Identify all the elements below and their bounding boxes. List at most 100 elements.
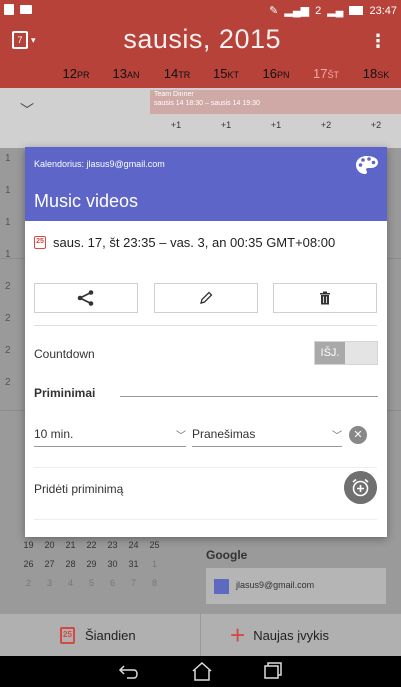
more-events-count[interactable]: +2 — [300, 120, 352, 130]
event-detail-card: Kalendorius: jlasus9@gmail.com Music vid… — [25, 147, 387, 537]
recent-apps-icon[interactable] — [252, 660, 292, 682]
remove-reminder-icon[interactable]: ✕ — [349, 426, 367, 444]
file-notification-icon — [4, 4, 14, 15]
reminder-type-select[interactable]: Pranešimas ﹀ — [192, 427, 342, 447]
mini-cal-day[interactable]: 28 — [60, 559, 81, 578]
day-header-16[interactable]: 16PN — [250, 66, 302, 81]
mini-cal-day[interactable]: 24 — [123, 540, 144, 559]
mini-cal-day[interactable]: 29 — [81, 559, 102, 578]
mini-cal-week: 2 3 4 5 6 7 8 — [18, 578, 198, 597]
app-bar: 7 ▾ sausis, 2015 ⋮ — [0, 22, 401, 60]
hour-label: 1 — [5, 185, 11, 196]
calendar-account-row[interactable]: jlasus9@gmail.com — [206, 568, 386, 604]
mini-cal-day[interactable]: 4 — [60, 578, 81, 597]
new-event-button[interactable]: + Naujas įvykis — [230, 614, 329, 656]
expand-chevron-icon[interactable]: ﹀ — [20, 100, 34, 120]
today-icon: 25 — [60, 626, 75, 644]
chevron-down-icon: ﹀ — [332, 431, 342, 442]
calendar-account-email: jlasus9@gmail.com — [236, 580, 315, 590]
chevron-down-icon: ﹀ — [176, 431, 186, 442]
reminder-time-select[interactable]: 10 min. ﹀ — [34, 427, 186, 447]
more-events-count[interactable]: +1 — [250, 120, 302, 130]
add-reminder-label[interactable]: Pridėti priminimą — [34, 482, 123, 496]
month-title[interactable]: sausis, 2015 — [0, 24, 401, 55]
back-icon[interactable] — [110, 660, 150, 682]
more-events-count[interactable]: +1 — [150, 120, 202, 130]
event-datetime: saus. 17, št 23:35 – vas. 3, an 00:35 GM… — [53, 234, 336, 250]
trash-icon — [320, 291, 330, 305]
day-header-15[interactable]: 15KT — [200, 66, 252, 81]
section-divider — [120, 396, 378, 397]
image-notification-icon — [20, 5, 32, 14]
divider — [34, 467, 377, 468]
more-events-count[interactable]: +2 — [350, 120, 401, 130]
more-events-count[interactable]: +1 — [200, 120, 252, 130]
divider — [34, 519, 377, 520]
mini-cal-day[interactable]: 6 — [102, 578, 123, 597]
mini-cal-day[interactable]: 2 — [18, 578, 39, 597]
signal-icon: ▂▄▆ — [284, 5, 310, 17]
date-icon: 25 — [34, 235, 46, 249]
mute-icon: ✎ — [269, 5, 279, 17]
allday-event-title: Team Dinner — [154, 91, 194, 98]
allday-event-time: sausis 14 18:30 – sausis 14 19:30 — [154, 100, 260, 107]
mini-cal-day[interactable]: 21 — [60, 540, 81, 559]
mini-cal-day[interactable]: 25 — [144, 540, 165, 559]
event-calendar-label: Kalendorius: jlasus9@gmail.com — [34, 159, 165, 169]
home-icon[interactable] — [182, 660, 222, 682]
mini-cal-day[interactable]: 30 — [102, 559, 123, 578]
account-section-label: Google — [206, 548, 248, 562]
sim-indicator: 2 — [315, 4, 322, 17]
divider — [34, 325, 377, 326]
countdown-toggle[interactable]: IŠJ. — [314, 341, 378, 365]
overflow-menu-icon[interactable]: ⋮ — [369, 32, 387, 50]
mini-cal-day[interactable]: 26 — [18, 559, 39, 578]
mini-cal-day[interactable]: 23 — [102, 540, 123, 559]
today-button[interactable]: 25 Šiandien — [60, 614, 136, 656]
hour-label: 1 — [5, 217, 11, 228]
reminder-time-value: 10 min. — [34, 427, 74, 441]
hour-label: 2 — [5, 345, 11, 356]
allday-event[interactable]: Team Dinner sausis 14 18:30 – sausis 14 … — [150, 90, 401, 114]
mini-calendar: 19 20 21 22 23 24 25 26 27 28 29 30 31 1… — [18, 540, 198, 597]
delete-button[interactable] — [273, 283, 377, 313]
mini-cal-day[interactable]: 8 — [144, 578, 165, 597]
clock: 23:47 — [369, 4, 397, 17]
day-header-14[interactable]: 14TR — [151, 66, 203, 81]
event-card-header: Kalendorius: jlasus9@gmail.com Music vid… — [25, 147, 387, 221]
countdown-toggle-state: IŠJ. — [315, 342, 345, 364]
battery-icon — [349, 6, 364, 15]
reminder-type-value: Pranešimas — [192, 427, 256, 441]
mini-cal-week: 26 27 28 29 30 31 1 — [18, 559, 198, 578]
edit-button[interactable] — [154, 283, 258, 313]
mini-cal-day[interactable]: 19 — [18, 540, 39, 559]
mini-cal-day[interactable]: 20 — [39, 540, 60, 559]
reminders-section-label: Priminimai — [34, 386, 96, 400]
day-header-18[interactable]: 18SK — [350, 66, 401, 81]
share-icon — [77, 290, 94, 306]
allday-strip: ﹀ Team Dinner sausis 14 18:30 – sausis 1… — [0, 88, 401, 148]
palette-icon[interactable] — [355, 155, 379, 175]
today-label: Šiandien — [85, 627, 136, 643]
mini-cal-day[interactable]: 3 — [39, 578, 60, 597]
plus-icon: + — [230, 620, 246, 650]
hour-label: 2 — [5, 313, 11, 324]
share-button[interactable] — [34, 283, 138, 313]
day-header-12[interactable]: 12PR — [50, 66, 102, 81]
event-datetime-row: 25 saus. 17, št 23:35 – vas. 3, an 00:35… — [34, 232, 379, 252]
mini-cal-day[interactable]: 31 — [123, 559, 144, 578]
mini-cal-day[interactable]: 22 — [81, 540, 102, 559]
day-header-13[interactable]: 13AN — [100, 66, 152, 81]
mini-cal-day[interactable]: 7 — [123, 578, 144, 597]
mini-cal-day[interactable]: 5 — [81, 578, 102, 597]
hour-label: 2 — [5, 377, 11, 388]
mini-cal-day[interactable]: 27 — [39, 559, 60, 578]
pencil-icon — [200, 291, 213, 304]
countdown-label: Countdown — [34, 347, 95, 361]
system-navigation-bar — [0, 656, 401, 687]
mini-cal-day[interactable]: 1 — [144, 559, 165, 578]
signal-weak-icon: ▂▄ — [327, 5, 344, 17]
add-alarm-icon[interactable] — [344, 471, 377, 504]
hour-label: 1 — [5, 153, 11, 164]
day-header-17[interactable]: 17ŠT — [300, 66, 352, 81]
